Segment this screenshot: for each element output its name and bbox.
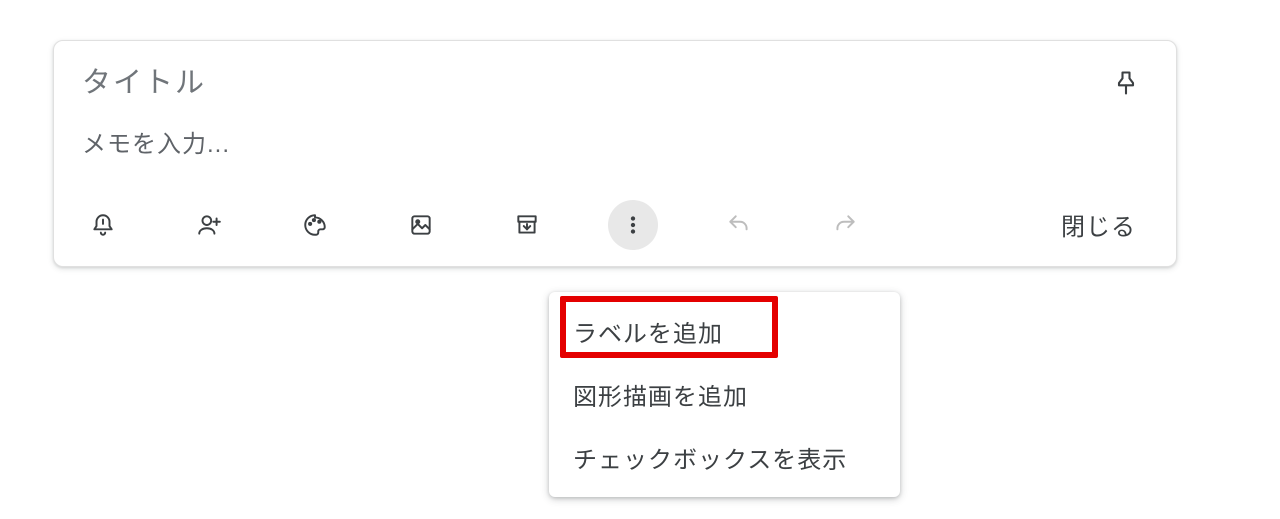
collaborator-button[interactable] <box>184 200 234 250</box>
title-input[interactable] <box>82 67 1104 100</box>
undo-icon <box>726 212 752 238</box>
palette-icon <box>302 212 328 238</box>
body-row <box>54 113 1176 195</box>
archive-button[interactable] <box>502 200 552 250</box>
pin-icon <box>1112 69 1140 97</box>
more-dropdown-menu: ラベルを追加 図形描画を追加 チェックボックスを表示 <box>549 292 900 497</box>
body-input[interactable] <box>82 131 1148 159</box>
redo-button[interactable] <box>820 200 870 250</box>
more-icon <box>620 212 646 238</box>
menu-item-add-drawing[interactable]: 図形描画を追加 <box>549 363 900 426</box>
reminder-icon <box>90 212 116 238</box>
pin-button[interactable] <box>1104 61 1148 105</box>
toolbar: 閉じる <box>54 195 1176 260</box>
collaborator-icon <box>196 212 222 238</box>
redo-icon <box>832 212 858 238</box>
close-button[interactable]: 閉じる <box>1045 199 1152 250</box>
menu-item-add-label[interactable]: ラベルを追加 <box>549 300 900 363</box>
archive-icon <box>514 212 540 238</box>
menu-item-show-checkboxes[interactable]: チェックボックスを表示 <box>549 426 900 489</box>
undo-button[interactable] <box>714 200 764 250</box>
title-row <box>54 41 1176 113</box>
note-editor-card: 閉じる <box>53 40 1177 267</box>
reminder-button[interactable] <box>78 200 128 250</box>
image-button[interactable] <box>396 200 446 250</box>
more-button[interactable] <box>608 200 658 250</box>
image-icon <box>408 212 434 238</box>
palette-button[interactable] <box>290 200 340 250</box>
